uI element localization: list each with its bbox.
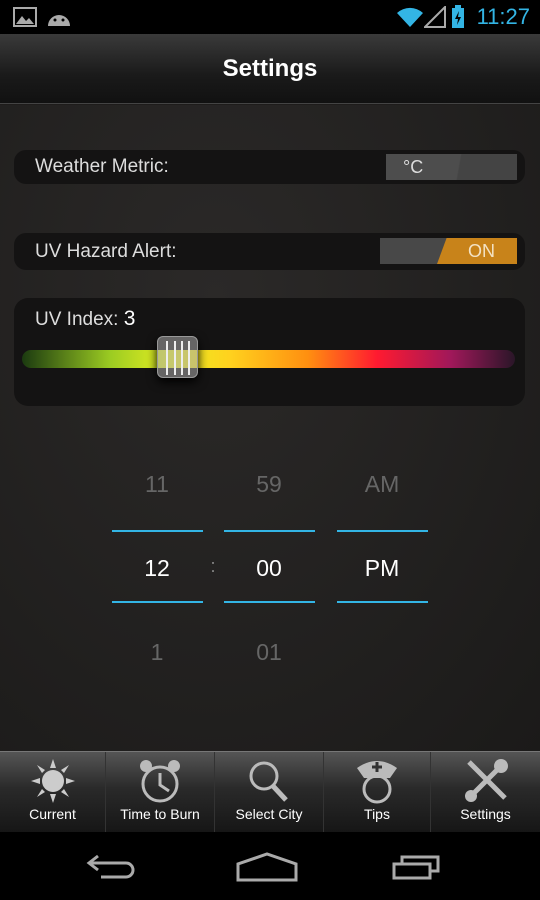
uv-index-slider-track[interactable] [22, 350, 515, 368]
battery-charging-icon [452, 5, 464, 28]
sun-icon [30, 759, 75, 803]
page-title: Settings [0, 34, 540, 104]
home-icon[interactable] [236, 852, 298, 882]
hour-next[interactable]: 1 [112, 639, 202, 666]
tab-label: Current [29, 806, 76, 822]
divider [337, 530, 428, 532]
ampm-selected[interactable]: PM [337, 555, 427, 582]
divider [337, 601, 428, 603]
weather-metric-toggle[interactable]: °C [386, 154, 517, 180]
status-clock: 11:27 [476, 4, 530, 29]
back-icon[interactable] [86, 854, 136, 880]
uv-alert-toggle[interactable]: ON [380, 238, 517, 264]
divider [112, 530, 203, 532]
tab-settings[interactable]: Settings [431, 752, 540, 833]
signal-icon [424, 6, 446, 28]
tab-label: Time to Burn [120, 806, 200, 822]
uv-alert-value: ON [437, 238, 517, 264]
android-icon [48, 15, 70, 26]
minute-selected[interactable]: 00 [224, 555, 314, 582]
image-notification-icon [13, 7, 37, 27]
divider [112, 601, 203, 603]
uv-index-label: UV Index: 3 [35, 307, 135, 331]
tab-tips[interactable]: Tips [324, 752, 431, 833]
wifi-icon [397, 7, 423, 28]
tab-select-city[interactable]: Select City [215, 752, 324, 833]
uv-alert-row: UV Hazard Alert: ON [14, 233, 525, 270]
weather-metric-row: Weather Metric: °C [14, 150, 525, 184]
tab-current[interactable]: Current [0, 752, 106, 833]
hour-prev[interactable]: 11 [112, 471, 202, 498]
minute-prev[interactable]: 59 [224, 471, 314, 498]
weather-metric-label: Weather Metric: [35, 156, 169, 177]
search-icon [249, 761, 288, 802]
tools-icon [464, 759, 508, 802]
weather-metric-value: °C [403, 157, 424, 177]
divider [224, 530, 315, 532]
alarm-clock-icon [140, 760, 180, 803]
uv-alert-label: UV Hazard Alert: [35, 241, 177, 262]
recent-apps-icon[interactable] [392, 854, 442, 880]
uv-index-value: 3 [123, 307, 136, 330]
status-bar: 11:27 [0, 0, 540, 34]
tab-label: Select City [235, 806, 303, 822]
divider [224, 601, 315, 603]
bottom-tab-bar: Current Time to Burn Select City Tips Se… [0, 751, 540, 833]
tab-label: Settings [460, 806, 511, 822]
tab-time-to-burn[interactable]: Time to Burn [106, 752, 215, 833]
uv-index-slider-thumb[interactable] [157, 336, 198, 378]
uv-index-label-text: UV Index: [35, 309, 119, 330]
nurse-icon [357, 761, 397, 804]
system-nav-bar [0, 832, 540, 900]
tab-label: Tips [364, 806, 390, 822]
ampm-prev[interactable]: AM [337, 471, 427, 498]
minute-next[interactable]: 01 [224, 639, 314, 666]
